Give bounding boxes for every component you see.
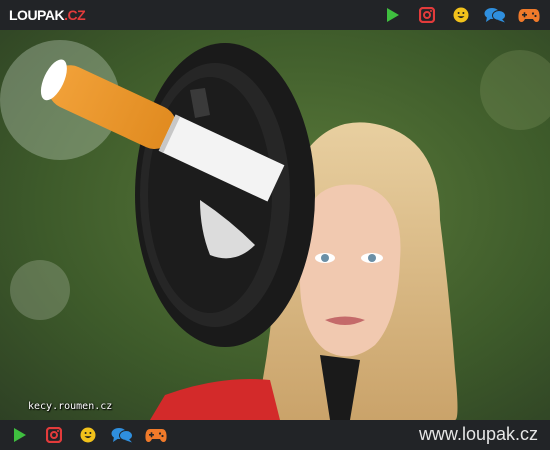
logo-tld: .CZ <box>64 7 86 23</box>
ashtray-hat-photo <box>0 30 550 420</box>
top-icon-nav <box>382 5 540 25</box>
bottom-icon-nav <box>9 425 167 445</box>
meme-photo: kecy.roumen.cz <box>0 30 550 420</box>
play-icon[interactable] <box>382 5 404 25</box>
play-icon[interactable] <box>9 425 31 445</box>
site-url-link[interactable]: www.loupak.cz <box>419 424 538 445</box>
gamepad-icon[interactable] <box>518 5 540 25</box>
photo-watermark: kecy.roumen.cz <box>28 401 113 412</box>
top-bar: LOUPAK .CZ <box>0 0 550 30</box>
instagram-icon[interactable] <box>416 5 438 25</box>
meme-viewer: LOUPAK .CZ kecy.roumen.cz www.loupak.cz <box>0 0 550 450</box>
gamepad-icon[interactable] <box>145 425 167 445</box>
chat-icon[interactable] <box>484 5 506 25</box>
logo-word: LOUPAK <box>9 7 65 23</box>
instagram-icon[interactable] <box>43 425 65 445</box>
chat-icon[interactable] <box>111 425 133 445</box>
smiley-icon[interactable] <box>450 5 472 25</box>
site-logo[interactable]: LOUPAK .CZ <box>9 6 86 24</box>
smiley-icon[interactable] <box>77 425 99 445</box>
